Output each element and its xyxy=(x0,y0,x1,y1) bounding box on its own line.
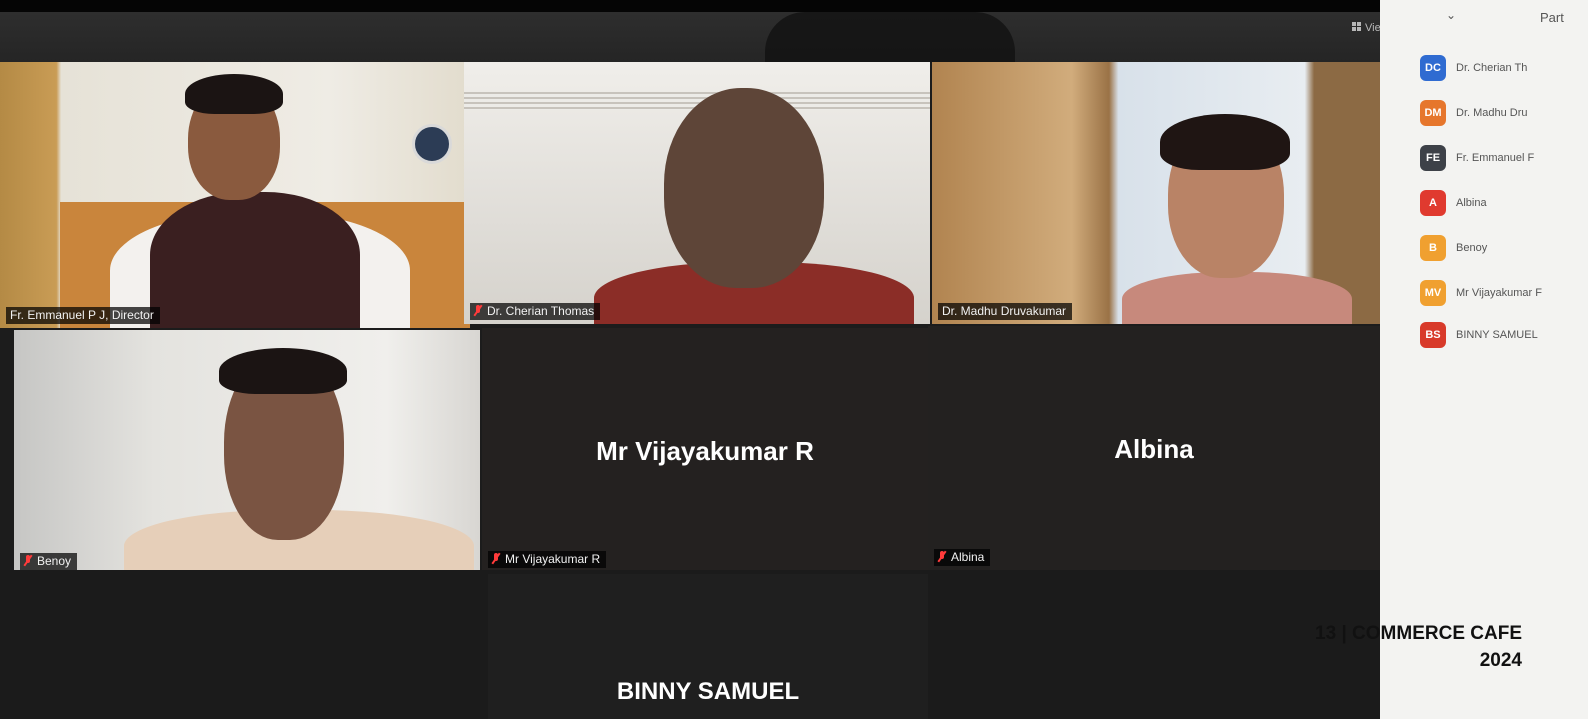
participants-panel: ⌄ Part DC Dr. Cherian Th DM Dr. Madhu Dru … xyxy=(1380,0,1588,719)
panel-title: Part xyxy=(1540,10,1564,25)
name-label: Mr Vijayakumar R xyxy=(505,552,601,566)
person-head xyxy=(664,88,824,288)
participant-name: Dr. Cherian Th xyxy=(1456,62,1528,74)
person-vest xyxy=(150,192,360,328)
name-tag: Benoy xyxy=(20,553,78,570)
magazine-caption: 13 | COMMERCE CAFE 2024 xyxy=(1315,620,1522,674)
participant-row[interactable]: BS BINNY SAMUEL xyxy=(1420,322,1538,348)
title-bar xyxy=(0,0,1588,12)
video-tile-albina[interactable]: Albina Albina xyxy=(928,326,1380,570)
video-tile-vijayakumar[interactable]: Mr Vijayakumar R Mr Vijayakumar R xyxy=(482,328,928,572)
participant-name: Fr. Emmanuel F xyxy=(1456,152,1535,164)
top-toolbar: View xyxy=(0,12,1420,62)
mic-muted-icon xyxy=(24,555,32,566)
video-tile-benoy[interactable]: Benoy xyxy=(14,330,480,574)
participant-avatar: FE xyxy=(1420,145,1446,171)
person-hair xyxy=(1160,114,1290,170)
video-tile-emmanuel[interactable]: Fr. Emmanuel P J, Director xyxy=(0,62,470,328)
grid-icon xyxy=(1352,22,1361,31)
participant-row[interactable]: FE Fr. Emmanuel F xyxy=(1420,145,1534,171)
participant-name: BINNY SAMUEL xyxy=(1456,329,1538,341)
name-label: Dr. Madhu Druvakumar xyxy=(942,304,1067,318)
name-label: Fr. Emmanuel P J, Director xyxy=(10,308,154,322)
name-label: Albina xyxy=(951,550,985,564)
video-tile-cherian[interactable]: Dr. Cherian Thomas xyxy=(464,62,930,324)
name-tag: Albina xyxy=(934,549,991,566)
mic-muted-icon xyxy=(492,553,500,564)
participant-avatar: DM xyxy=(1420,100,1446,126)
wall-clock xyxy=(412,124,452,164)
person-saree xyxy=(1122,272,1352,324)
zoom-window: View Fr. Emmanuel P J, Director Dr. Cher… xyxy=(0,0,1588,719)
person-hair xyxy=(185,74,283,114)
participant-avatar: MV xyxy=(1420,280,1446,306)
participant-avatar: A xyxy=(1420,190,1446,216)
participant-name-center: BINNY SAMUEL xyxy=(616,678,800,705)
chevron-down-icon[interactable]: ⌄ xyxy=(1446,8,1456,22)
name-tag: Mr Vijayakumar R xyxy=(488,551,607,568)
participant-name: Dr. Madhu Dru xyxy=(1456,107,1528,119)
participant-name-center: Albina xyxy=(1114,434,1194,464)
participant-row[interactable]: MV Mr Vijayakumar F xyxy=(1420,280,1542,306)
name-tag: Dr. Madhu Druvakumar xyxy=(938,303,1073,320)
mic-muted-icon xyxy=(474,305,482,316)
video-tile-binny[interactable]: BINNY SAMUEL xyxy=(488,574,928,719)
video-tile-madhu[interactable]: Dr. Madhu Druvakumar xyxy=(932,62,1398,324)
participant-row[interactable]: A Albina xyxy=(1420,190,1487,216)
mic-muted-icon xyxy=(938,551,946,562)
person-hair xyxy=(219,348,347,394)
participant-avatar: DC xyxy=(1420,55,1446,81)
name-label: Benoy xyxy=(37,554,72,568)
participant-avatar: B xyxy=(1420,235,1446,261)
caption-line-1: 13 | COMMERCE CAFE xyxy=(1315,623,1522,644)
bottom-row: BINNY SAMUEL xyxy=(0,570,1380,719)
name-tag: Dr. Cherian Thomas xyxy=(470,303,601,320)
participant-name-center: Mr Vijayakumar R xyxy=(596,436,814,466)
camera-reflection xyxy=(765,12,1015,62)
participant-name: Benoy xyxy=(1456,242,1488,254)
participant-name: Albina xyxy=(1456,197,1487,209)
participant-avatar: BS xyxy=(1420,322,1446,348)
name-label: Dr. Cherian Thomas xyxy=(487,304,595,318)
name-tag: Fr. Emmanuel P J, Director xyxy=(6,307,160,324)
participant-row[interactable]: DM Dr. Madhu Dru xyxy=(1420,100,1528,126)
caption-line-2: 2024 xyxy=(1479,650,1522,671)
participant-row[interactable]: B Benoy xyxy=(1420,235,1487,261)
participant-name: Mr Vijayakumar F xyxy=(1456,287,1542,299)
participant-row[interactable]: DC Dr. Cherian Th xyxy=(1420,55,1527,81)
